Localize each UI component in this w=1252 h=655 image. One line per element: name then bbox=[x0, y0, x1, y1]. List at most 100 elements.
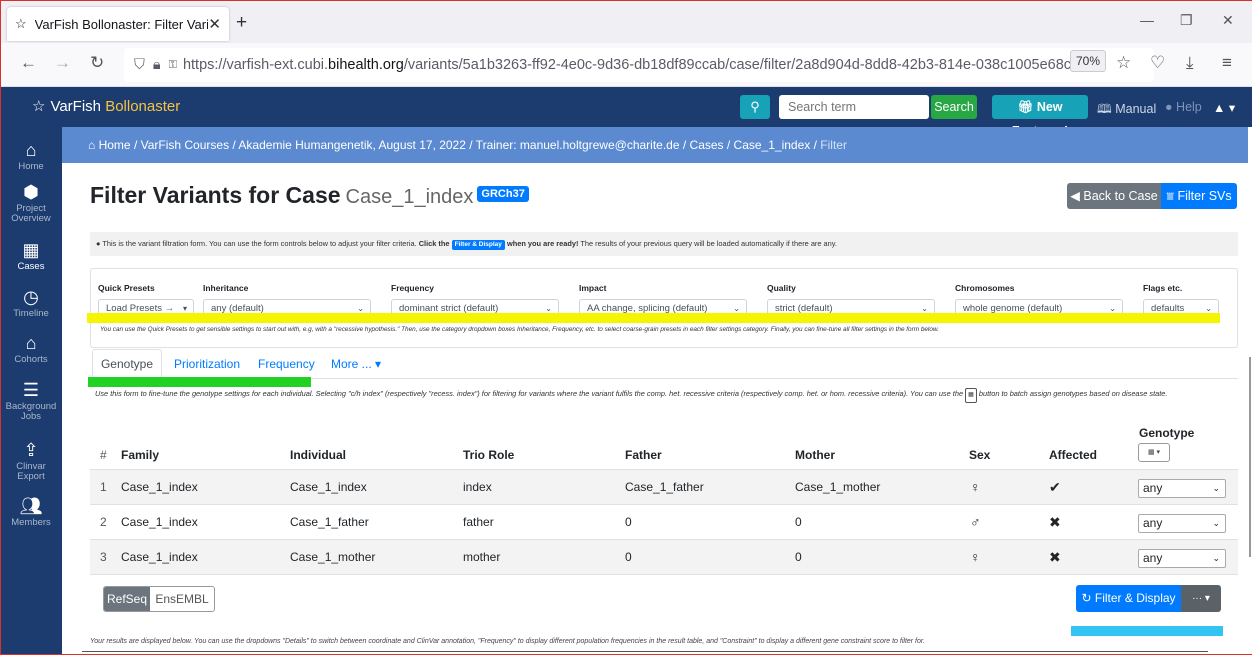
reload-icon[interactable]: ↻ bbox=[90, 53, 104, 73]
minimize-icon[interactable]: — bbox=[1140, 12, 1154, 28]
menu-icon[interactable]: ≡ bbox=[1222, 53, 1232, 73]
impact-label: Impact bbox=[579, 283, 607, 293]
search-button[interactable]: Search bbox=[931, 95, 977, 119]
server-icon: ☰ bbox=[22, 380, 40, 400]
genotype-select[interactable]: any ⌄ bbox=[1138, 479, 1226, 498]
genotype-help-text: Use this form to fine-tune the genotype … bbox=[95, 387, 1235, 403]
info-bar: ● This is the variant filtration form. Y… bbox=[90, 232, 1238, 256]
downloads-icon[interactable]: ⤓ bbox=[1186, 53, 1194, 73]
male-icon: ♂ bbox=[970, 514, 981, 530]
sidebar-item-members[interactable]: 👥︎ Members bbox=[0, 496, 62, 528]
browser-tab-bar: ☆ VarFish Bollonaster: Filter Varian ✕ +… bbox=[0, 0, 1252, 43]
brand-star-icon: ☆ bbox=[32, 98, 46, 115]
info-filter-display-badge: Filter & Display bbox=[451, 240, 505, 250]
sidebar-item-background-jobs[interactable]: ☰ Background Jobs bbox=[0, 380, 62, 422]
more-options-button[interactable]: ··· ▾ bbox=[1181, 585, 1221, 612]
back-arrow-icon[interactable]: ← bbox=[20, 53, 37, 73]
search-input[interactable] bbox=[779, 95, 929, 119]
new-features-button[interactable]: 🎁︎ New Features! bbox=[992, 95, 1088, 138]
window-close-icon[interactable]: ✕ bbox=[1222, 12, 1234, 29]
genotype-select[interactable]: any ⌄ bbox=[1138, 514, 1226, 533]
sidebar-item-home[interactable]: ⌂ Home bbox=[0, 140, 62, 172]
filter-display-button[interactable]: ↻ Filter & Display bbox=[1076, 585, 1181, 612]
tab-prioritization[interactable]: Prioritization bbox=[174, 357, 240, 371]
browser-tab[interactable]: ☆ VarFish Bollonaster: Filter Varian ✕ bbox=[7, 7, 229, 41]
flags-label: Flags etc. bbox=[1143, 283, 1183, 293]
active-indicator bbox=[62, 212, 71, 232]
back-to-case-button[interactable]: ◀ Back to Case bbox=[1067, 183, 1161, 209]
col-sex: Sex bbox=[969, 448, 991, 462]
help-link[interactable]: ● Help bbox=[1165, 100, 1202, 114]
col-affected: Affected bbox=[1049, 448, 1098, 462]
permissions-icon: ⚿ bbox=[168, 58, 177, 71]
breadcrumb: ⌂ Home / VarFish Courses / Akademie Huma… bbox=[62, 127, 1252, 163]
sidebar-item-clinvar-export[interactable]: ⇪ Clinvar Export bbox=[0, 440, 62, 482]
manual-link[interactable]: 🕮 Manual bbox=[1097, 100, 1156, 121]
checkmark-icon: ✔ bbox=[1049, 479, 1061, 495]
sidebar-item-project-overview[interactable]: ⬢ Project Overview bbox=[0, 182, 62, 224]
female-icon: ♀ bbox=[970, 479, 981, 495]
col-genotype: Genotype bbox=[1139, 426, 1195, 440]
table-row: 3 Case_1_index Case_1_mother mother 0 0 … bbox=[90, 540, 1238, 575]
restore-icon[interactable]: ❐ bbox=[1180, 12, 1193, 29]
scrollbar-thumb[interactable] bbox=[1249, 357, 1251, 557]
results-help-text: Your results are displayed below. You ca… bbox=[90, 638, 925, 645]
genotype-batch-button[interactable]: ▦ ▾ bbox=[1138, 443, 1170, 462]
zoom-level[interactable]: 70% bbox=[1070, 50, 1106, 72]
cyan-highlight bbox=[1071, 626, 1223, 636]
inheritance-label: Inheritance bbox=[203, 283, 249, 293]
female-icon: ♀ bbox=[970, 549, 981, 565]
sidebar-item-cases[interactable]: ▦ Cases bbox=[0, 240, 62, 272]
home-crumb-icon[interactable]: ⌂ bbox=[88, 138, 95, 152]
forward-arrow-icon[interactable]: → bbox=[54, 53, 71, 73]
breadcrumb-path[interactable]: Home / VarFish Courses / Akademie Humang… bbox=[99, 138, 817, 152]
book-icon: 🕮 bbox=[1097, 102, 1112, 116]
filter-svs-button[interactable]: ⩸ Filter SVs bbox=[1161, 183, 1237, 209]
presets-help-text: You can use the Quick Presets to get sen… bbox=[100, 326, 939, 333]
back-circle-icon: ◀ bbox=[1070, 189, 1080, 203]
cohorts-icon: ⌂ bbox=[25, 333, 37, 353]
genotype-select[interactable]: any ⌄ bbox=[1138, 549, 1226, 568]
members-icon: 👥︎ bbox=[19, 496, 43, 516]
app-header: ☆VarFish Bollonaster ⚲ Search 🎁︎ New Fea… bbox=[0, 87, 1252, 138]
col-mother: Mother bbox=[795, 448, 835, 462]
sidebar-item-cohorts[interactable]: ⌂ Cohorts bbox=[0, 333, 62, 365]
green-highlight bbox=[88, 377, 311, 387]
tab-genotype[interactable]: Genotype bbox=[92, 349, 162, 379]
cases-icon: ▦ bbox=[22, 240, 40, 260]
cross-icon: ✖ bbox=[1049, 549, 1061, 565]
home-icon: ⌂ bbox=[25, 140, 37, 160]
gift-icon: 🎁︎ bbox=[1017, 100, 1034, 114]
user-menu[interactable]: ▲ ▾ bbox=[1213, 100, 1235, 115]
sidebar-item-timeline[interactable]: ◷ Timeline bbox=[0, 287, 62, 319]
table-row: 2 Case_1_index Case_1_father father 0 0 … bbox=[90, 505, 1238, 540]
quality-label: Quality bbox=[767, 283, 796, 293]
url-prefix: https://varfish-ext.cubi. bbox=[182, 57, 329, 73]
brand-logo[interactable]: ☆ VarFish Bollonaster bbox=[32, 97, 180, 115]
page-scrollbar[interactable] bbox=[1248, 127, 1252, 655]
refresh-icon: ↻ bbox=[1081, 591, 1092, 605]
lock-icon: 🔒︎ bbox=[152, 57, 161, 73]
info-icon: ● bbox=[96, 239, 101, 248]
results-divider bbox=[82, 651, 1208, 652]
url-bar[interactable]: ⛉ 🔒︎ ⚿ https://varfish-ext.cubi. bihealth… bbox=[124, 48, 1154, 82]
bookmark-star-icon[interactable]: ☆ bbox=[1116, 53, 1131, 73]
pocket-icon[interactable]: ♡ bbox=[1150, 53, 1165, 73]
tab-close-icon[interactable]: ✕ bbox=[208, 15, 221, 33]
ensembl-button[interactable]: EnsEMBL bbox=[150, 587, 214, 611]
search-type-icon[interactable]: ⚲ bbox=[740, 95, 770, 119]
page-title: Filter Variants for Case Case_1_index GRCh… bbox=[90, 182, 529, 209]
batch-assign-icon: ▦ bbox=[965, 388, 977, 403]
tab-frequency[interactable]: Frequency bbox=[258, 357, 315, 371]
browser-nav-bar: ← → ↻ ⛉ 🔒︎ ⚿ https://varfish-ext.cubi. bi… bbox=[0, 43, 1252, 87]
refseq-button[interactable]: RefSeq bbox=[104, 587, 150, 611]
new-tab-button[interactable]: + bbox=[236, 12, 247, 34]
url-path: /variants/5a1b3263-ff92-4e0c-9d36-db18df… bbox=[403, 57, 1084, 73]
breadcrumb-current: Filter bbox=[820, 138, 847, 152]
col-trio-role: Trio Role bbox=[463, 448, 515, 462]
yellow-highlight bbox=[87, 313, 1220, 323]
tab-title: VarFish Bollonaster: Filter Varian bbox=[34, 16, 209, 32]
tab-more[interactable]: More ... ▾ bbox=[331, 357, 381, 371]
tab-favicon-star-icon: ☆ bbox=[15, 16, 27, 31]
project-icon: ⬢ bbox=[23, 182, 39, 202]
